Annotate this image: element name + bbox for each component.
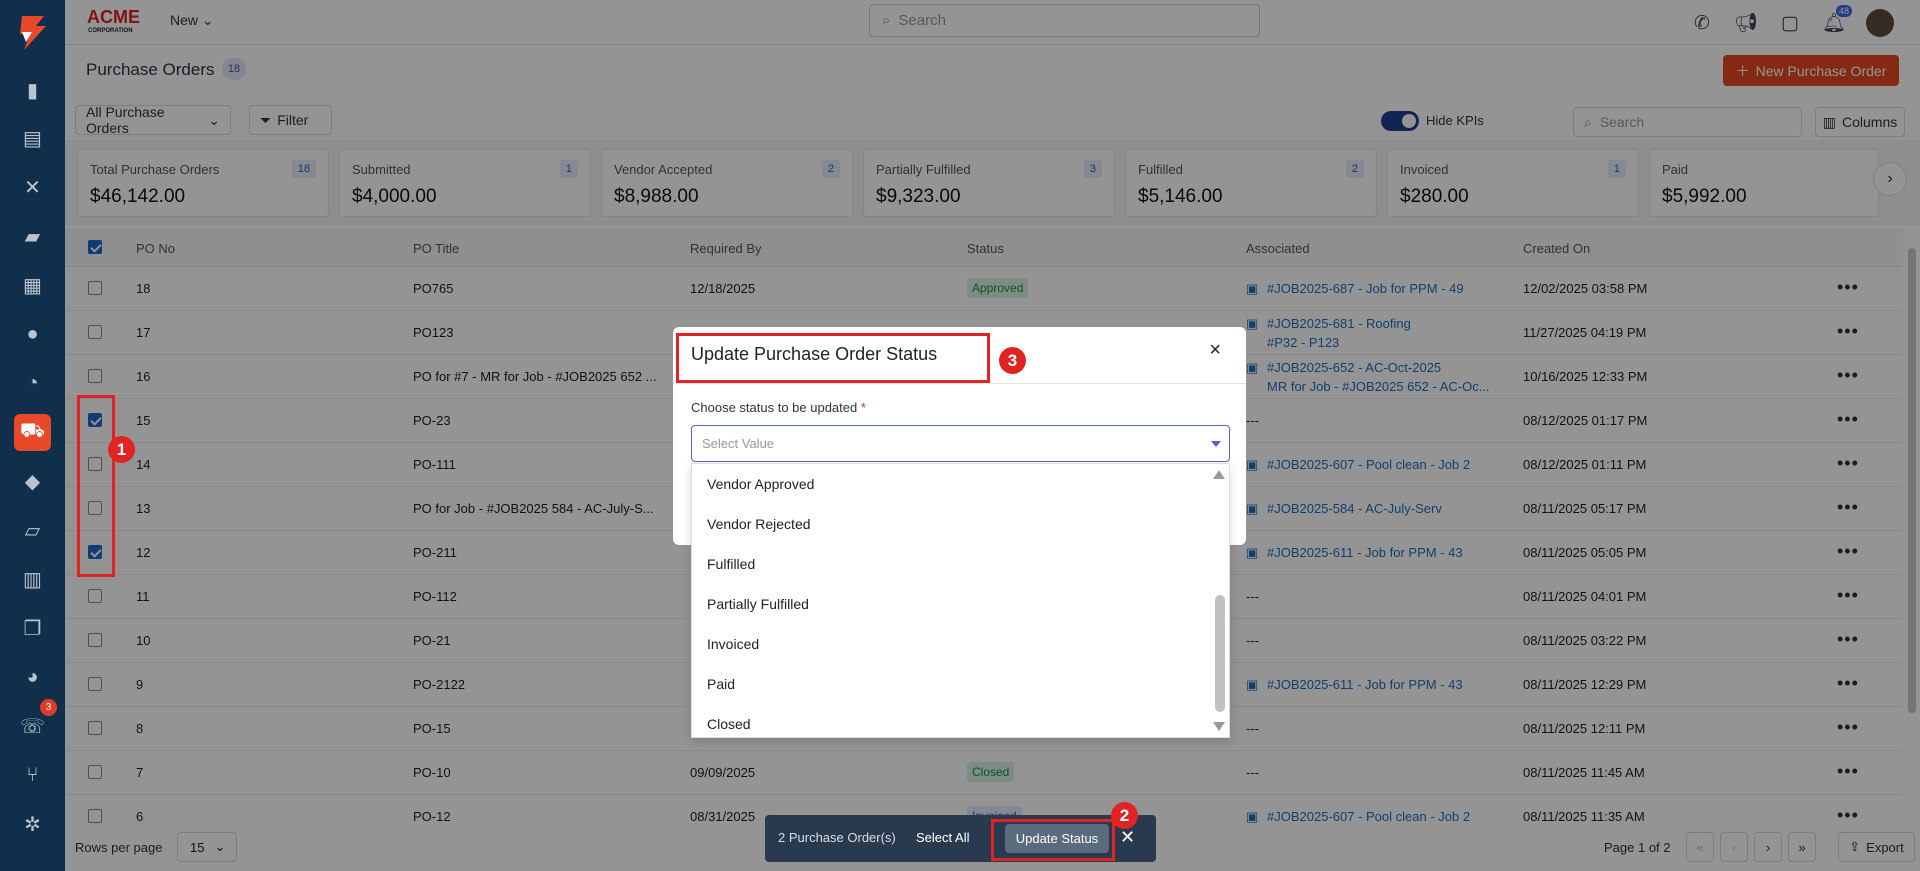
documents-icon[interactable]: ❐ — [14, 610, 51, 647]
map-icon[interactable]: ▱ — [14, 512, 51, 549]
chart-icon[interactable]: ◕ — [14, 659, 51, 696]
status-option[interactable]: Paid — [707, 676, 735, 692]
close-icon[interactable]: ✕ — [1120, 827, 1135, 848]
annotation-marker-1: 1 — [108, 436, 135, 463]
status-dropdown: Vendor Approved Vendor Rejected Fulfille… — [691, 463, 1230, 738]
invoice-icon[interactable]: ▥ — [14, 561, 51, 598]
status-option[interactable]: Fulfilled — [707, 556, 755, 572]
clock-icon[interactable]: ◔ — [14, 365, 51, 402]
sidebar: ▮ ▤ ✕ ▰ ▦ ● ◔ ⛟ ◆ ▱ ▥ ❐ ◕ ☏ 3 ⑂ ✲ — [0, 0, 65, 871]
branch-icon[interactable]: ⑂ — [14, 757, 51, 794]
annotation-box-3 — [676, 333, 990, 383]
close-icon[interactable]: × — [1209, 339, 1221, 362]
selected-count: 2 Purchase Order(s) — [778, 830, 896, 845]
users-icon[interactable]: ● — [14, 316, 51, 353]
dropdown-scrollbar-thumb[interactable] — [1215, 595, 1225, 712]
annotation-marker-3: 3 — [999, 347, 1026, 374]
status-option[interactable]: Closed — [707, 716, 751, 732]
calendar-icon[interactable]: ▦ — [14, 267, 51, 304]
scroll-up-icon[interactable] — [1213, 470, 1225, 479]
cart-icon[interactable]: ⛟ — [14, 414, 51, 451]
status-option[interactable]: Vendor Rejected — [707, 516, 811, 532]
reports-icon[interactable]: ▤ — [14, 120, 51, 157]
dashboard-icon[interactable]: ▮ — [14, 72, 51, 109]
caret-down-icon — [1211, 441, 1221, 447]
status-field-label: Choose status to be updated * — [691, 400, 866, 415]
tag-icon[interactable]: ◆ — [14, 463, 51, 500]
modal-divider — [673, 383, 1246, 384]
settings-icon[interactable]: ✲ — [14, 806, 51, 843]
status-select[interactable]: Select Value — [691, 425, 1230, 462]
briefcase-icon[interactable]: ▰ — [14, 218, 51, 255]
status-option[interactable]: Invoiced — [707, 636, 759, 652]
select-all-button[interactable]: Select All — [916, 830, 969, 845]
status-option[interactable]: Vendor Approved — [707, 476, 814, 492]
status-field-label-text: Choose status to be updated — [691, 400, 858, 415]
annotation-box-1 — [77, 395, 115, 577]
annotation-box-2 — [991, 819, 1115, 861]
required-mark: * — [860, 400, 866, 415]
status-select-placeholder: Select Value — [702, 436, 775, 451]
tools-icon[interactable]: ✕ — [14, 169, 51, 206]
status-option[interactable]: Partially Fulfilled — [707, 596, 809, 612]
phone-badge: 3 — [40, 699, 57, 716]
app-logo-icon[interactable] — [14, 12, 50, 52]
annotation-marker-2: 2 — [1111, 802, 1138, 829]
scroll-down-icon[interactable] — [1213, 722, 1225, 731]
